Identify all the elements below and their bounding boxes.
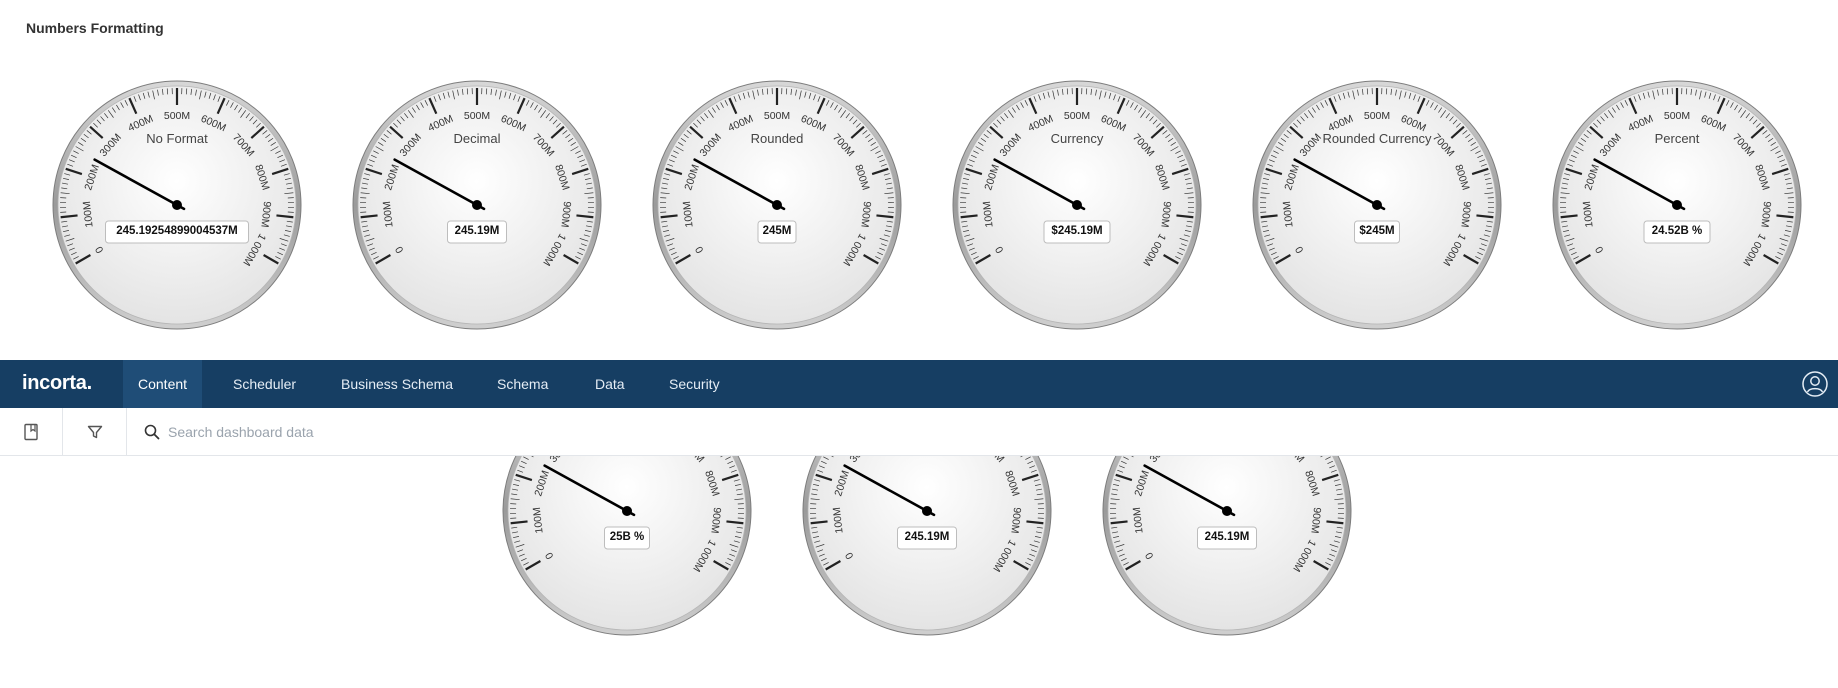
gauge-value-box: 245.19M [447,220,507,244]
dashboard-toolbar [0,408,1838,456]
tick-label: 500M [764,110,790,122]
section-title: Numbers Formatting [26,20,164,36]
tab-label: Data [595,376,625,392]
gauge-title: Decimal [454,131,501,146]
filter-icon [87,425,103,439]
tab-security[interactable]: Security [654,360,735,408]
tab-label: Business Schema [341,376,454,392]
gauge-value-box: 245.19M [897,526,957,550]
gauge-needle-hub [922,506,932,516]
gauge-title: Rounded [751,131,804,146]
gauge-needle-hub [172,200,182,210]
gauge[interactable]: 0100M200M300M400M500M600M700M800M900M1 0… [1550,78,1804,332]
bookmark-icon [24,423,38,441]
gauge-dial: 0100M200M300M400M500M600M700M800M900M1 0… [52,80,302,330]
gauge-value-box: 24.52B % [1643,220,1711,244]
tab-scheduler[interactable]: Scheduler [218,360,311,408]
user-circle-icon[interactable] [1802,371,1828,397]
gauge-value-box: 245M [757,220,797,244]
gauge-value: 245.19M [455,225,500,237]
gauge[interactable]: 0100M200M300M400M500M600M700M800M900M1 0… [350,78,604,332]
tab-label: Security [669,376,720,392]
gauge-value-box: $245.19M [1043,220,1111,244]
tab-content[interactable]: Content [123,360,203,408]
gauge-title: Rounded Currency [1322,131,1432,146]
gauge-needle-hub [772,200,782,210]
gauge-value-box: 245.19M [1197,526,1257,550]
gauge-value-box: 25B % [604,526,650,550]
gauge-dial: 0100M200M300M400M500M600M700M800M900M1 0… [1252,80,1502,330]
gauge[interactable]: 0100M200M300M400M500M600M700M800M900M1 0… [650,78,904,332]
tab-data[interactable]: Data [580,360,640,408]
gauge-value: 245.19M [1205,531,1250,543]
gauge-title: Currency [1051,131,1104,146]
gauge-needle-hub [1072,200,1082,210]
gauge-needle-hub [1672,200,1682,210]
gauge-title: No Format [146,131,208,146]
incorta-logo[interactable]: incorta. [22,372,92,395]
tab-label: Scheduler [233,376,297,392]
gauge-dial: 0100M200M300M400M500M600M700M800M900M1 0… [352,80,602,330]
dashboard-page: Numbers Formatting 0 100M 200M 300M 400M 500M… [0,0,1838,688]
search-input[interactable] [168,424,668,440]
gauge-dial: 0100M200M300M400M500M600M700M800M900M1 0… [952,80,1202,330]
top-navbar: incorta. Content Scheduler Business Sche… [0,360,1838,408]
gauge-value: $245.19M [1051,225,1102,237]
tick-label: 500M [1664,110,1690,122]
gauge[interactable]: 0100M200M300M400M500M600M700M800M900M1 0… [950,78,1204,332]
gauge-needle-hub [1222,506,1232,516]
tab-business-schema[interactable]: Business Schema [326,360,468,408]
tab-schema[interactable]: Schema [482,360,563,408]
search-icon [144,424,160,440]
tick-label: 500M [1364,110,1390,122]
filter-button[interactable] [64,408,127,456]
gauge-needle-hub [472,200,482,210]
gauge-dial: 0100M200M300M400M500M600M700M800M900M1 0… [652,80,902,330]
tick-label: 500M [164,110,190,122]
gauge-needle-hub [1372,200,1382,210]
gauge-value: $245M [1359,225,1394,237]
tick-label: 500M [464,110,490,122]
gauge-value: 245.19M [905,531,950,543]
bookmark-button[interactable] [0,408,63,456]
gauge-value-box: $245M [1354,220,1400,244]
gauge[interactable]: 0100M200M300M400M500M600M700M800M900M1 0… [50,78,304,332]
gauge-value-box: 245.19254899004537M [105,220,249,244]
gauge-value: 24.52B % [1652,225,1703,237]
gauge-value: 245.19254899004537M [116,225,238,237]
search-bar [128,408,728,456]
tick-label: 500M [1064,110,1090,122]
gauge[interactable]: 0100M200M300M400M500M600M700M800M900M1 0… [1250,78,1504,332]
tab-label: Schema [497,376,549,392]
tab-label: Content [138,376,188,392]
gauge-dial: 0100M200M300M400M500M600M700M800M900M1 0… [1552,80,1802,330]
gauge-value: 245M [763,225,792,237]
gauge-needle-hub [622,506,632,516]
gauge-title: Percent [1655,131,1700,146]
gauge-value: 25B % [610,531,645,543]
